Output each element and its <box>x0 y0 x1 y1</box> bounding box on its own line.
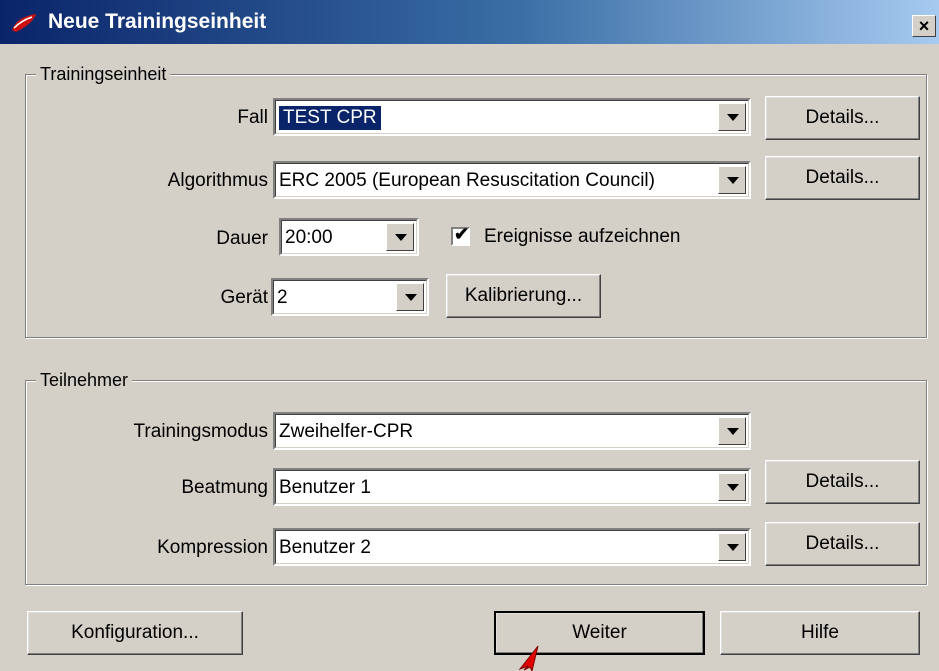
trainingsmodus-combobox[interactable]: Zweihelfer-CPR <box>273 412 751 450</box>
fall-details-button[interactable]: Details... <box>765 96 920 140</box>
kompression-label: Kompression <box>157 537 268 558</box>
geraet-combobox[interactable]: 2 <box>271 278 429 316</box>
dauer-label: Dauer <box>216 228 268 249</box>
algorithmus-value: ERC 2005 (European Resuscitation Council… <box>279 170 655 191</box>
group-legend-teilnehmer: Teilnehmer <box>36 369 133 391</box>
ereignisse-checkbox[interactable]: ✔ <box>451 224 470 246</box>
fall-combobox[interactable]: TEST CPR <box>273 98 751 136</box>
checkmark-icon: ✔ <box>454 224 470 244</box>
trainingsmodus-value: Zweihelfer-CPR <box>279 421 414 442</box>
app-logo-icon <box>12 14 36 32</box>
beatmung-combobox[interactable]: Benutzer 1 <box>273 468 751 506</box>
mouse-pointer-icon <box>518 645 539 671</box>
geraet-value: 2 <box>277 287 288 308</box>
trainingsmodus-label: Trainingsmodus <box>133 421 268 442</box>
close-icon: × <box>918 16 930 36</box>
algorithmus-label: Algorithmus <box>167 170 268 191</box>
chevron-down-icon[interactable] <box>718 417 746 445</box>
chevron-down-icon[interactable] <box>718 473 746 501</box>
close-button[interactable]: × <box>912 15 936 37</box>
kompression-combobox[interactable]: Benutzer 2 <box>273 528 751 566</box>
fall-value: TEST CPR <box>279 106 381 130</box>
algorithmus-combobox[interactable]: ERC 2005 (European Resuscitation Council… <box>273 161 751 199</box>
dialog-window: Neue Trainingseinheit × Trainingseinheit… <box>0 0 939 671</box>
dauer-value: 20:00 <box>285 227 333 248</box>
konfiguration-button[interactable]: Konfiguration... <box>27 611 243 655</box>
kompression-value: Benutzer 2 <box>279 537 371 558</box>
window-title: Neue Trainingseinheit <box>48 10 267 33</box>
chevron-down-icon[interactable] <box>386 223 414 251</box>
beatmung-details-button[interactable]: Details... <box>765 460 920 504</box>
kalibrierung-button[interactable]: Kalibrierung... <box>446 274 601 318</box>
chevron-down-icon[interactable] <box>718 533 746 561</box>
algorithmus-details-button[interactable]: Details... <box>765 156 920 200</box>
geraet-label: Gerät <box>220 287 268 308</box>
group-legend-trainingseinheit: Trainingseinheit <box>36 63 171 85</box>
beatmung-label: Beatmung <box>181 477 268 498</box>
chevron-down-icon[interactable] <box>718 166 746 194</box>
fall-label: Fall <box>237 107 268 128</box>
kompression-details-button[interactable]: Details... <box>765 522 920 566</box>
ereignisse-label[interactable]: Ereignisse aufzeichnen <box>484 225 680 249</box>
chevron-down-icon[interactable] <box>396 283 424 311</box>
hilfe-button[interactable]: Hilfe <box>720 611 920 655</box>
title-bar[interactable]: Neue Trainingseinheit × <box>0 0 939 44</box>
dauer-combobox[interactable]: 20:00 <box>279 218 419 256</box>
chevron-down-icon[interactable] <box>718 103 746 131</box>
beatmung-value: Benutzer 1 <box>279 477 371 498</box>
